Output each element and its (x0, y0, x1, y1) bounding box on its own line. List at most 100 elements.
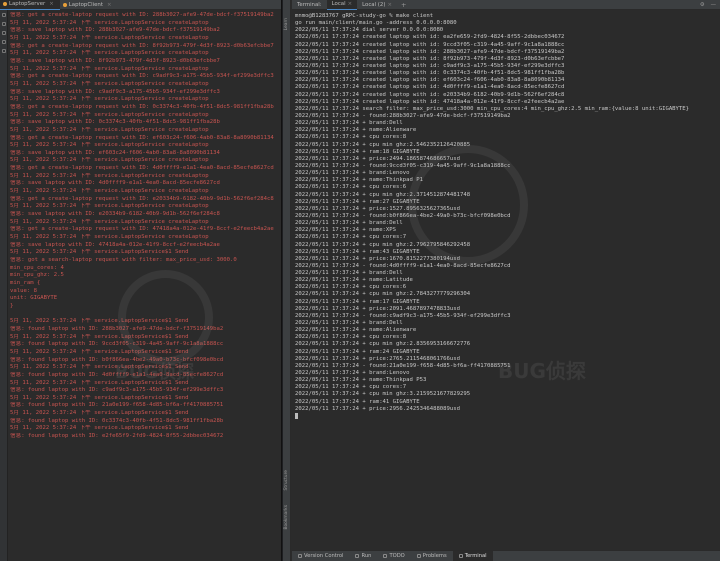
sidebar-label-learn[interactable]: Learn (284, 18, 289, 30)
terminal-line: mnmo@B1283767 gRPC-study-go % make clien… (295, 13, 434, 19)
terminal-line: 2022/05/11 17:37:24 + cpu min ghz:2.7962… (295, 241, 471, 248)
log-line: 信息: found laptop with ID: 288b3027-afe9-… (10, 325, 224, 332)
terminal-line: 2022/05/11 17:37:24 + brand:Dell (295, 120, 403, 127)
log-line: 信息: save laptop with ID: e20334b9-6182-4… (10, 211, 220, 218)
log-line: 信息: found laptop with ID: e2fe65f9-2fd9-… (10, 433, 224, 440)
tool-button-label: TODO (389, 553, 405, 559)
terminal-panel: Learn Structure Bookmarks Terminal: Loca… (283, 0, 720, 561)
tool-button-terminal[interactable]: Terminal (452, 550, 493, 561)
log-line: 5月 11, 2022 5:37:24 下午 service.LaptopSer… (10, 379, 189, 386)
terminal-line: 2022/05/11 17:37:24 + name:Thinkpad P1 (295, 177, 423, 184)
terminal-line: 2022/05/11 17:37:24 + price:2494.1865874… (295, 155, 461, 162)
log-line: 信息: get a create-laptop request with ID:… (10, 195, 274, 202)
tool-button-label: Problems (422, 553, 447, 559)
terminal-line: 2022/05/11 17:37:24 - found:b0f866ea-4be… (295, 212, 511, 219)
trash-icon[interactable] (1, 49, 6, 53)
terminal-line: 2022/05/11 17:37:24 + brand:Lenovo (295, 170, 410, 177)
log-line: 5月 11, 2022 5:37:24 下午 service.LaptopSer… (10, 50, 209, 57)
terminal-line: 2022/05/11 17:37:24 + name:Alienware (295, 327, 417, 334)
terminal-line: 2022/05/11 17:37:24 + ram:17 GIGABYTE (295, 298, 420, 305)
tool-button-problems[interactable]: Problems (411, 551, 453, 561)
log-line: 5月 11, 2022 5:37:24 下午 service.LaptopSer… (10, 218, 209, 225)
log-line: 信息: found laptop with ID: 0c3374c3-40fb-… (10, 417, 224, 424)
tool-button-label: Terminal (464, 553, 487, 559)
terminal-line: 2022/05/11 17:37:24 + ram:24 GIGABYTE (295, 348, 420, 355)
log-line: 5月 11, 2022 5:37:24 下午 service.LaptopSer… (10, 410, 189, 417)
log-line: min_ram { (10, 279, 41, 286)
stop-icon[interactable] (1, 22, 6, 26)
terminal-line: 2022/05/11 17:37:24 + cpu min ghz:2.3714… (295, 191, 471, 198)
terminal-cursor (295, 412, 298, 419)
log-line: 5月 11, 2022 5:37:24 下午 service.LaptopSer… (10, 364, 189, 371)
log-line: 信息: found laptop with ID: b0f866ea-4be2-… (10, 356, 224, 363)
terminal-output[interactable]: mnmo@B1283767 gRPC-study-go % make clien… (292, 10, 720, 550)
close-icon[interactable]: × (348, 1, 353, 7)
log-line: 信息: save laptop with ID: 0c3374c3-40fb-4… (10, 119, 220, 126)
terminal-line: 2022/05/11 17:37:24 + cpu cores:7 (295, 384, 407, 391)
terminal-line: 2022/05/11 17:37:24 + brand:Dell (295, 320, 403, 327)
tab-local[interactable]: Local × (326, 0, 358, 10)
terminal-line: 2022/05/11 17:37:24 + brand:Dell (295, 270, 403, 277)
tool-window-strip: Learn Structure Bookmarks (283, 0, 291, 561)
run-icon (355, 554, 360, 558)
minimize-icon[interactable]: — (711, 2, 716, 8)
log-line: unit: GIGABYTE (10, 295, 58, 302)
terminal-line: go run main/client/main.go -address 0.0.… (295, 20, 457, 27)
terminal-line: 2022/05/11 17:37:24 created laptop with … (295, 84, 565, 91)
terminal-line: 2022/05/11 17:37:24 created laptop with … (295, 55, 565, 62)
close-icon[interactable]: × (49, 1, 54, 7)
tab-laptop-client[interactable]: LaptopClient × (60, 0, 118, 10)
log-line: 5月 11, 2022 5:37:24 下午 service.LaptopSer… (10, 157, 209, 164)
tool-window-bar: Version Control Run TODO Problems Terminal (292, 550, 720, 561)
log-line: 5月 11, 2022 5:37:24 下午 service.LaptopSer… (10, 111, 209, 118)
new-tab-button[interactable]: + (397, 1, 410, 9)
log-line: 5月 11, 2022 5:37:24 下午 service.LaptopSer… (10, 348, 189, 355)
tab-laptop-server[interactable]: LaptopServer × (0, 0, 60, 10)
tab-label: Local (331, 1, 346, 7)
terminal-line: 2022/05/11 17:37:24 created laptop with … (295, 98, 565, 105)
log-line: 5月 11, 2022 5:37:24 下午 service.LaptopSer… (10, 188, 209, 195)
tool-button-version-control[interactable]: Version Control (292, 551, 349, 561)
terminal-title: Terminal: (297, 1, 322, 8)
gear-icon[interactable]: ⚙ (700, 2, 705, 8)
terminal-line: 2022/05/11 17:37:24 + brand:Lenovo (295, 370, 410, 377)
rerun-icon[interactable] (1, 13, 6, 17)
terminal-line: 2022/05/11 17:37:24 + name:Thinkpad P53 (295, 377, 427, 384)
log-line: 5月 11, 2022 5:37:24 下午 service.LaptopSer… (10, 34, 209, 41)
terminal-line: 2022/05/11 17:37:24 + ram:27 GIGABYTE (295, 198, 420, 205)
log-line: value: 8 (10, 287, 37, 294)
tab-label: Local (2) (362, 1, 386, 8)
sidebar-label-bookmarks[interactable]: Bookmarks (284, 505, 289, 530)
warning-icon (416, 554, 421, 558)
terminal-line: 2022/05/11 17:37:24 + cpu cores:6 (295, 284, 407, 291)
terminal-line: 2022/05/11 17:37:24 created laptop with … (295, 48, 565, 55)
terminal-tab-bar: Terminal: Local × Local (2) × + ⚙ — (292, 0, 720, 10)
tool-button-todo[interactable]: TODO (377, 551, 410, 561)
tool-button-run[interactable]: Run (349, 551, 377, 561)
terminal-line: 2022/05/11 17:37:24 - found:c9adf9c3-a17… (295, 312, 511, 319)
close-icon[interactable]: × (387, 2, 392, 8)
print-icon[interactable] (1, 40, 6, 44)
log-line: 信息: got a search-laptop request with fil… (10, 257, 237, 263)
log-line: 5月 11, 2022 5:37:24 下午 service.LaptopSer… (10, 65, 209, 72)
close-icon[interactable]: × (107, 2, 112, 8)
sidebar-label-structure[interactable]: Structure (284, 470, 289, 490)
terminal-line: 2022/05/11 17:37:24 + cpu min ghz:2.8356… (295, 341, 471, 348)
tab-local-2[interactable]: Local (2) × (357, 0, 397, 10)
log-line: 信息: save laptop with ID: 4d0ffff9-e1a1-4… (10, 180, 220, 187)
terminal-line: 2022/05/11 17:37:24 + cpu min ghz:2.7843… (295, 291, 471, 298)
scroll-icon[interactable] (1, 31, 6, 35)
log-line: 信息: save laptop with ID: ef603c24-f606-4… (10, 149, 220, 156)
java-app-icon (3, 2, 7, 6)
log-line: 5月 11, 2022 5:37:24 下午 service.LaptopSer… (10, 203, 209, 210)
log-line: 5月 11, 2022 5:37:24 下午 service.LaptopSer… (10, 249, 189, 256)
log-line: 信息: get a create-laptop request with ID:… (10, 226, 274, 233)
log-line: 信息: found laptop with ID: c9adf9c3-a175-… (10, 387, 224, 394)
terminal-line: 2022/05/11 17:37:24 - found:21a0e199-f65… (295, 362, 511, 369)
log-line: 5月 11, 2022 5:37:24 下午 service.LaptopSer… (10, 333, 189, 340)
terminal-line: 2022/05/11 17:37:24 + price:1670.8152277… (295, 255, 461, 262)
terminal-line: 2022/05/11 17:37:24 - found:4d0ffff9-e1a… (295, 262, 511, 269)
server-console-output[interactable]: 信息: get a create-laptop request with ID:… (8, 10, 281, 561)
terminal-line: 2022/05/11 17:37:24 + cpu cores:8 (295, 334, 407, 341)
terminal-line: 2022/05/11 17:37:24 + cpu min ghz:3.2159… (295, 391, 471, 398)
